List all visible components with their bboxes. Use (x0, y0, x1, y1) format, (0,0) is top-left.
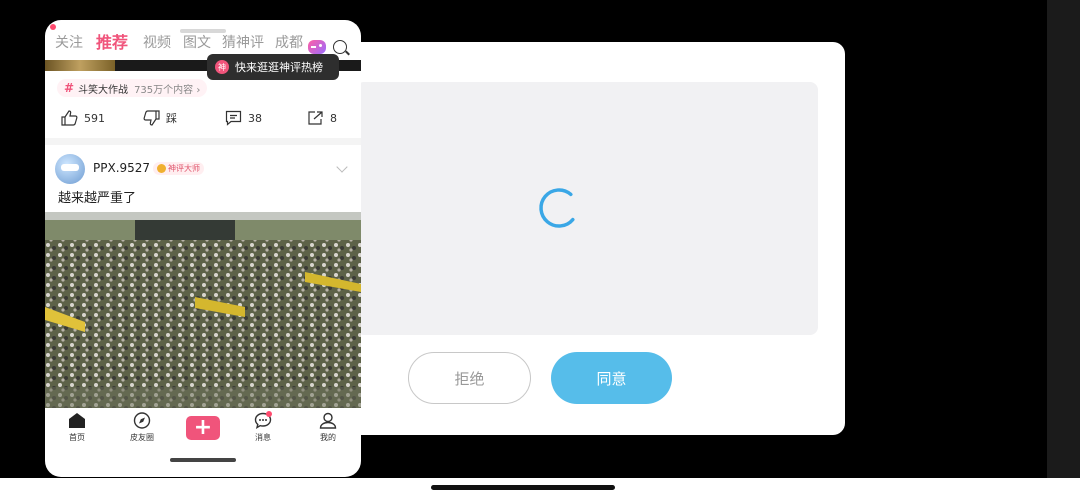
user-badge: 神评大师 (153, 162, 204, 175)
badge-text: 神评大师 (168, 164, 200, 173)
post-text: 越来越严重了 (58, 191, 137, 206)
nav-circle-label: 皮友圈 (130, 433, 154, 442)
tooltip-text: 快来逛逛神评热榜 (235, 61, 323, 74)
video-player[interactable] (45, 212, 361, 408)
share-count: 8 (330, 111, 337, 125)
nav-me-label: 我的 (320, 433, 336, 442)
thumbs-up-icon (61, 110, 78, 126)
nav-messages-label: 消息 (255, 433, 271, 442)
app-window: 关注 推荐 视频 图文 猜神评 成都 神 快来逛逛神评热榜 # 斗笑大作战 73… (45, 20, 361, 477)
tab-image-text[interactable]: 图文 (183, 32, 211, 52)
nav-me[interactable]: 我的 (303, 412, 353, 443)
topic-count: 735万个内容 › (134, 84, 201, 96)
thumbs-down-icon (143, 110, 160, 126)
divider (45, 138, 361, 145)
create-post-button[interactable]: + (186, 416, 220, 440)
system-home-indicator[interactable] (431, 485, 615, 490)
hot-comments-tooltip[interactable]: 神 快来逛逛神评热榜 (207, 54, 339, 80)
nav-home-label: 首页 (69, 433, 85, 442)
reject-button[interactable]: 拒绝 (408, 352, 531, 404)
tab-follow[interactable]: 关注 (55, 32, 83, 52)
dislike-label: 踩 (166, 112, 177, 125)
hash-icon: # (64, 81, 75, 95)
comment-icon (225, 110, 242, 126)
dialog-content-area (356, 82, 818, 335)
like-count: 591 (84, 111, 105, 125)
previous-media-thumb (45, 60, 115, 71)
tab-city[interactable]: 成都 (275, 32, 303, 52)
video-frame (45, 212, 361, 408)
top-tab-bar: 关注 推荐 视频 图文 猜神评 成都 (45, 28, 361, 56)
agree-button[interactable]: 同意 (551, 352, 672, 404)
topic-name: 斗笑大作战 (78, 84, 129, 96)
dislike-button[interactable]: 踩 (143, 110, 177, 126)
background-edge (1047, 0, 1080, 498)
tooltip-badge: 神 (215, 60, 229, 74)
nav-home[interactable]: 首页 (52, 412, 102, 443)
chevron-down-icon[interactable] (336, 161, 348, 173)
search-icon[interactable] (333, 40, 347, 54)
share-button[interactable]: 8 (307, 110, 337, 126)
unread-dot (266, 411, 272, 417)
compass-icon (133, 412, 151, 429)
medal-icon (157, 164, 166, 173)
nav-messages[interactable]: 消息 (238, 411, 288, 443)
game-controller-icon[interactable] (308, 40, 326, 54)
post-actions: 591 踩 38 8 (45, 108, 361, 132)
tab-video[interactable]: 视频 (143, 32, 171, 52)
like-button[interactable]: 591 (61, 110, 105, 126)
consent-dialog: 拒绝 同意 (336, 42, 845, 435)
avatar[interactable] (55, 154, 85, 184)
topic-tag[interactable]: # 斗笑大作战 735万个内容 › (57, 79, 208, 97)
tab-guess-comment[interactable]: 猜神评 (222, 32, 264, 52)
tab-recommend[interactable]: 推荐 (96, 29, 128, 53)
app-home-indicator[interactable] (170, 458, 236, 462)
share-icon (308, 111, 323, 125)
user-icon (319, 412, 337, 429)
username[interactable]: PPX.9527 (93, 161, 150, 175)
comment-button[interactable]: 38 (225, 110, 262, 126)
bottom-nav: 首页 皮友圈 + 消息 我的 (45, 408, 361, 450)
comment-count: 38 (248, 111, 262, 125)
loading-spinner-icon (539, 188, 579, 228)
nav-circle[interactable]: 皮友圈 (117, 412, 167, 443)
home-icon (69, 413, 85, 428)
